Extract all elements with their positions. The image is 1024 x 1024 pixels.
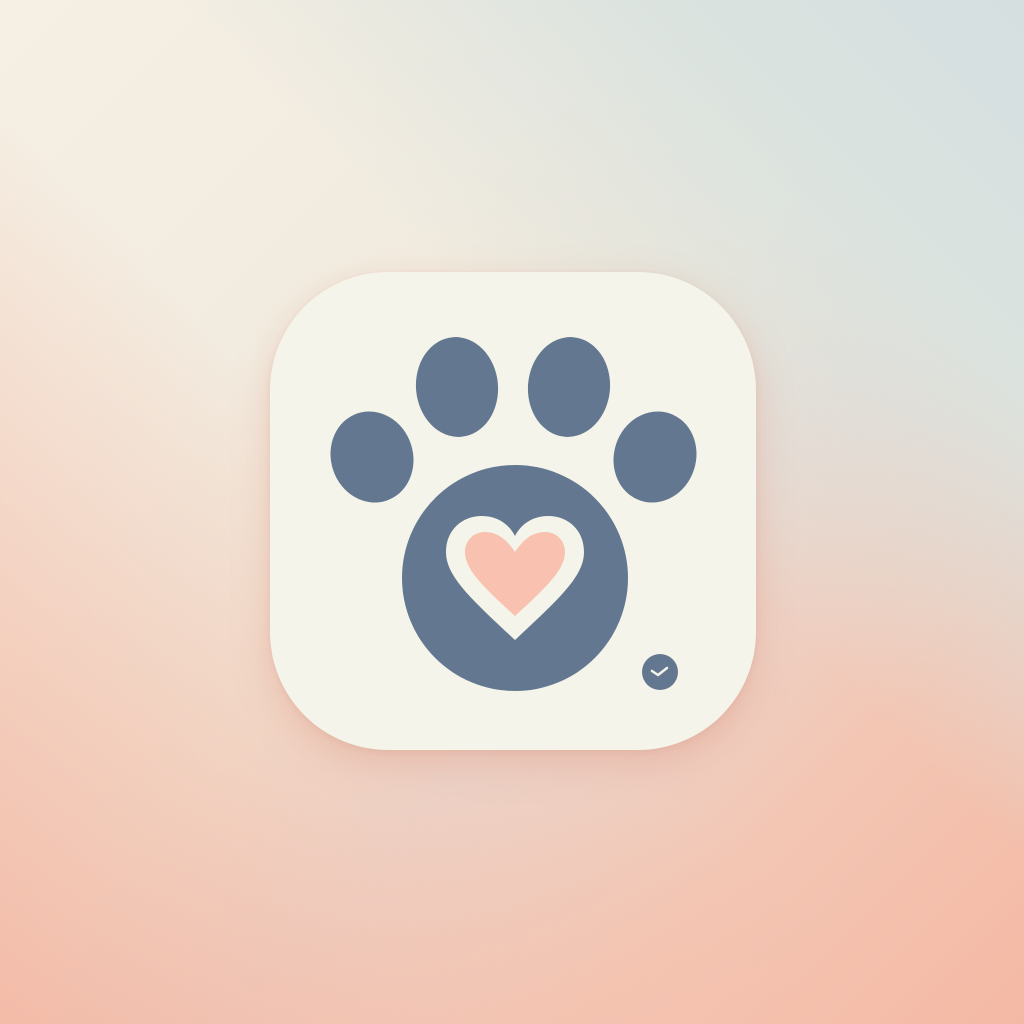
paw-toe-inner-right-icon — [527, 337, 611, 437]
paw-toe-inner-left-icon — [415, 337, 499, 437]
paw-heart-icon — [330, 337, 697, 691]
app-icon-canvas — [0, 0, 1024, 1024]
paw-toe-left-icon — [330, 411, 414, 503]
paw-toe-right-icon — [613, 411, 697, 503]
